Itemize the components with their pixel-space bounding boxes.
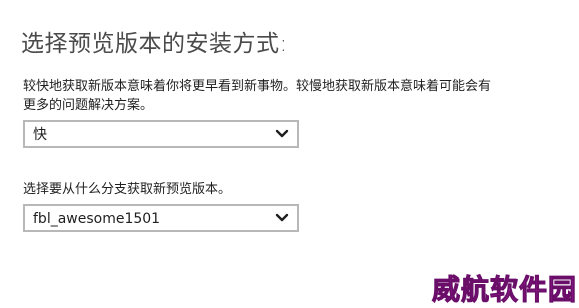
chevron-down-icon — [275, 213, 289, 222]
chevron-down-icon — [275, 129, 289, 138]
ring-speed-dropdown[interactable]: 快 — [23, 120, 299, 148]
branch-label: 选择要从什么分支获取新预览版本。 — [23, 182, 232, 197]
speed-description: 较快地获取新版本意味着你将更早看到新事物。较慢地获取新版本意味着可能会有更多的问… — [23, 79, 492, 113]
ring-speed-value: 快 — [33, 127, 47, 143]
page-title: 选择预览版本的安装方式: — [21, 31, 288, 57]
watermark: 威航软件园 — [431, 273, 578, 307]
branch-dropdown[interactable]: fbl_awesome1501 — [23, 204, 299, 232]
branch-value: fbl_awesome1501 — [33, 211, 161, 227]
